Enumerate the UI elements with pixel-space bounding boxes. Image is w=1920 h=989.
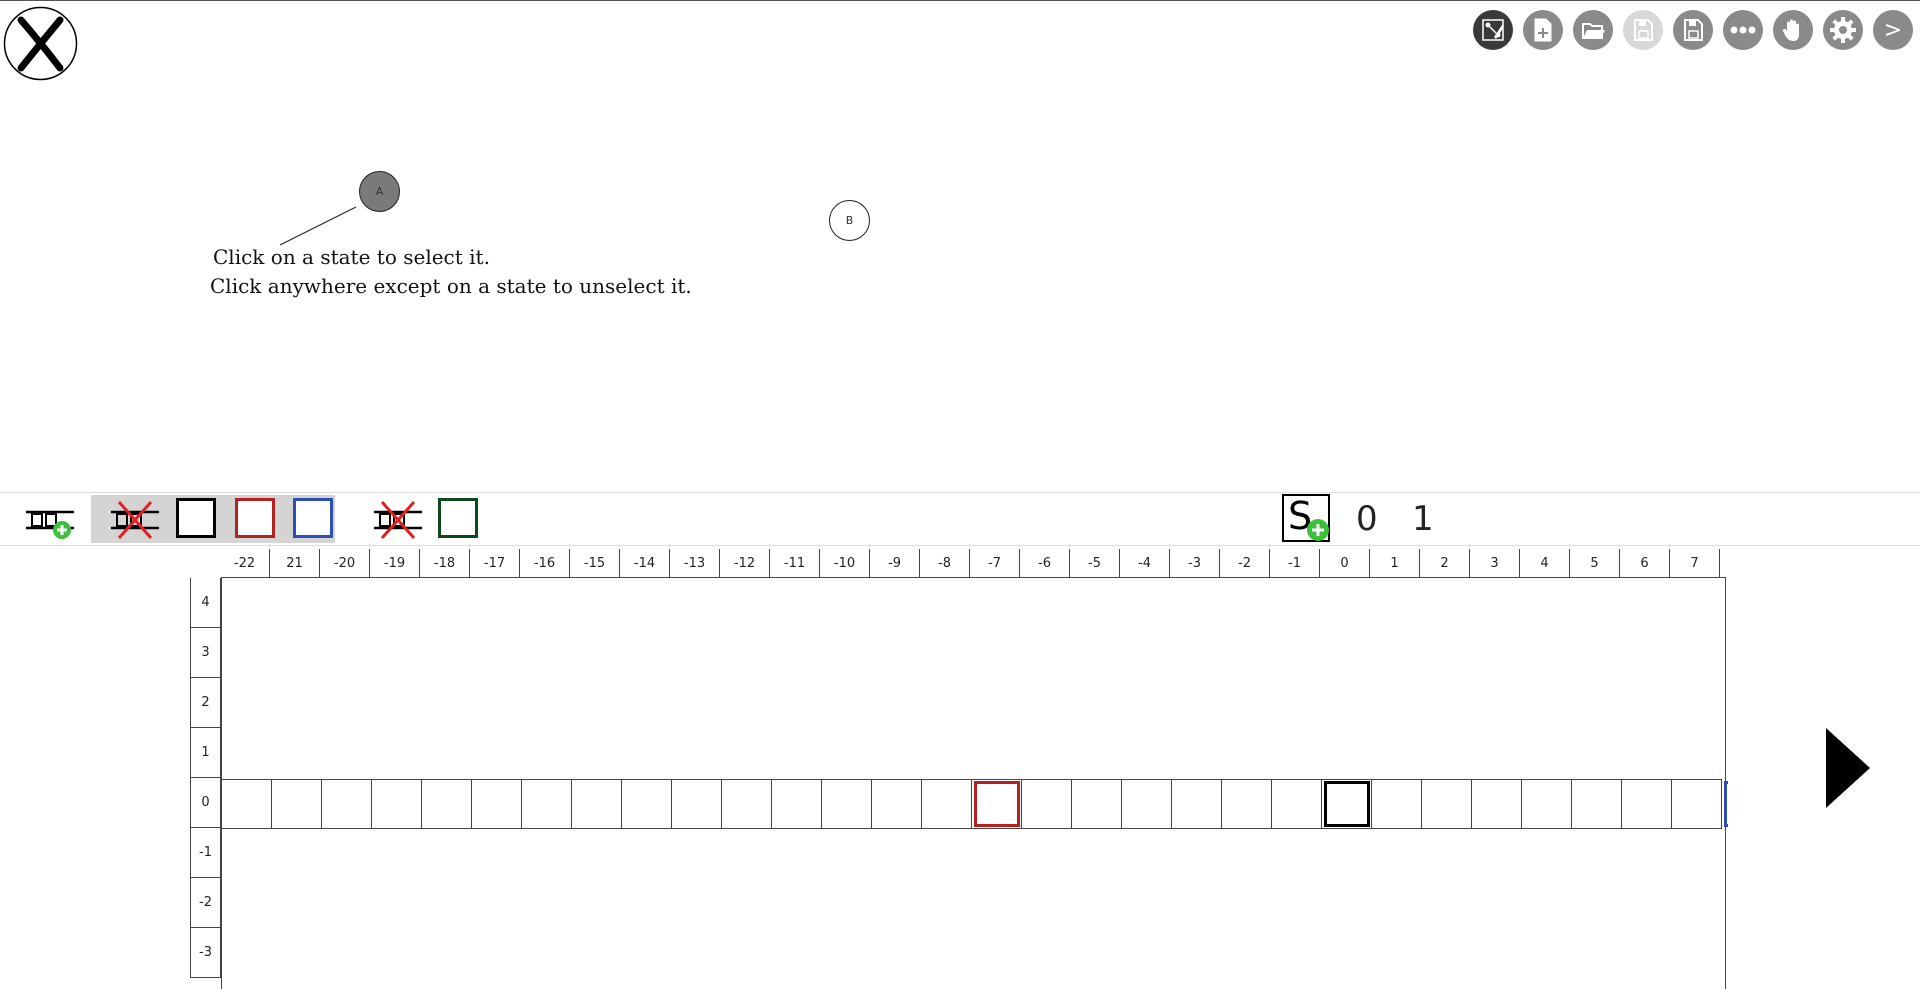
column-label: -15 — [570, 549, 620, 577]
column-label: -6 — [1020, 549, 1070, 577]
column-label: -1 — [1270, 549, 1320, 577]
delete-tape-icon — [111, 501, 159, 539]
tape-cell[interactable] — [822, 779, 872, 829]
column-label: -11 — [770, 549, 820, 577]
play-triangle-icon[interactable] — [1826, 728, 1870, 808]
tape-cell[interactable] — [722, 779, 772, 829]
red-head-marker[interactable] — [974, 781, 1020, 827]
hint-line-1: Click on a state to select it. — [213, 245, 490, 269]
state-a[interactable]: A — [359, 171, 400, 212]
state-label: A — [375, 185, 384, 198]
hint-pointer-line — [279, 206, 357, 246]
tape-cell[interactable] — [672, 779, 722, 829]
column-label: 2 — [1420, 549, 1470, 577]
tape-cell[interactable] — [1672, 779, 1722, 829]
column-label: -3 — [1170, 549, 1220, 577]
delete-tape-icon — [374, 501, 422, 539]
column-label: -17 — [470, 549, 520, 577]
tape-cell[interactable] — [272, 779, 322, 829]
tape-cell[interactable] — [1622, 779, 1672, 829]
tape-cell[interactable] — [1172, 779, 1222, 829]
black-head-tool[interactable] — [176, 498, 216, 538]
black-head-marker[interactable] — [1324, 781, 1370, 827]
column-label: 1 — [1370, 549, 1420, 577]
column-label: 0 — [1320, 549, 1370, 577]
alphabet-symbol-0[interactable]: 0 — [1356, 497, 1378, 541]
tape-cell[interactable] — [572, 779, 622, 829]
row-label: -2 — [190, 878, 221, 928]
add-start-symbol-button[interactable]: S — [1282, 494, 1330, 542]
add-tape-icon — [26, 510, 74, 539]
tape-toolbar: S 0 1 — [0, 492, 1920, 546]
tape-cell[interactable] — [1022, 779, 1072, 829]
column-label: -2 — [1220, 549, 1270, 577]
red-head-tool[interactable] — [235, 498, 275, 538]
state-b[interactable]: B — [829, 200, 870, 241]
state-label: B — [845, 214, 854, 227]
column-label: -19 — [370, 549, 420, 577]
alphabet-symbol-1[interactable]: 1 — [1412, 497, 1434, 541]
column-label: 3 — [1470, 549, 1520, 577]
row-label: 3 — [190, 628, 221, 678]
tape-cell[interactable] — [1572, 779, 1622, 829]
column-label: -12 — [720, 549, 770, 577]
row-label: 0 — [190, 778, 221, 828]
tape-cell[interactable] — [622, 779, 672, 829]
column-label: -16 — [520, 549, 570, 577]
tape-cell[interactable] — [872, 779, 922, 829]
tape-cell[interactable] — [1222, 779, 1272, 829]
column-label: 7 — [1670, 549, 1720, 577]
tape-cell[interactable] — [1372, 779, 1422, 829]
tape-cell[interactable] — [1272, 779, 1322, 829]
tape-cell[interactable] — [472, 779, 522, 829]
column-label: -5 — [1070, 549, 1120, 577]
column-label: -20 — [320, 549, 370, 577]
tape-cell[interactable] — [422, 779, 472, 829]
column-label: -22 — [220, 549, 270, 577]
tape-cell[interactable] — [1472, 779, 1522, 829]
column-label: -8 — [920, 549, 970, 577]
green-head-tool[interactable] — [438, 498, 478, 538]
blue-head-marker[interactable] — [1724, 781, 1728, 827]
tape-cell[interactable] — [1122, 779, 1172, 829]
tape-cell[interactable] — [1072, 779, 1122, 829]
tape-cell[interactable] — [772, 779, 822, 829]
tape-cell[interactable] — [1522, 779, 1572, 829]
blue-head-tool[interactable] — [293, 498, 333, 538]
column-label: -13 — [670, 549, 720, 577]
tape-cell[interactable] — [922, 779, 972, 829]
delete-tape-button-2[interactable] — [370, 497, 426, 543]
tape-cell[interactable] — [1422, 779, 1472, 829]
column-label: -9 — [870, 549, 920, 577]
delete-tape-button[interactable] — [107, 497, 163, 543]
column-label: -14 — [620, 549, 670, 577]
row-label: 2 — [190, 678, 221, 728]
column-label: -10 — [820, 549, 870, 577]
row-label: 4 — [190, 578, 221, 628]
tape-cell[interactable] — [222, 779, 272, 829]
column-label: 5 — [1570, 549, 1620, 577]
column-label: -4 — [1120, 549, 1170, 577]
tape-grid[interactable] — [221, 577, 1728, 989]
column-label: -18 — [420, 549, 470, 577]
row-label: -1 — [190, 828, 221, 878]
tape-cell[interactable] — [322, 779, 372, 829]
column-label: 6 — [1620, 549, 1670, 577]
add-tape-button[interactable] — [20, 497, 80, 543]
tape-cell[interactable] — [372, 779, 422, 829]
row-label: 1 — [190, 728, 221, 778]
add-plus-icon — [1307, 519, 1329, 541]
hint-line-2: Click anywhere except on a state to unse… — [210, 274, 692, 298]
tape-cell[interactable] — [522, 779, 572, 829]
column-label: 4 — [1520, 549, 1570, 577]
row-label: -3 — [190, 928, 221, 978]
column-label: 21 — [270, 549, 320, 577]
column-label: -7 — [970, 549, 1020, 577]
